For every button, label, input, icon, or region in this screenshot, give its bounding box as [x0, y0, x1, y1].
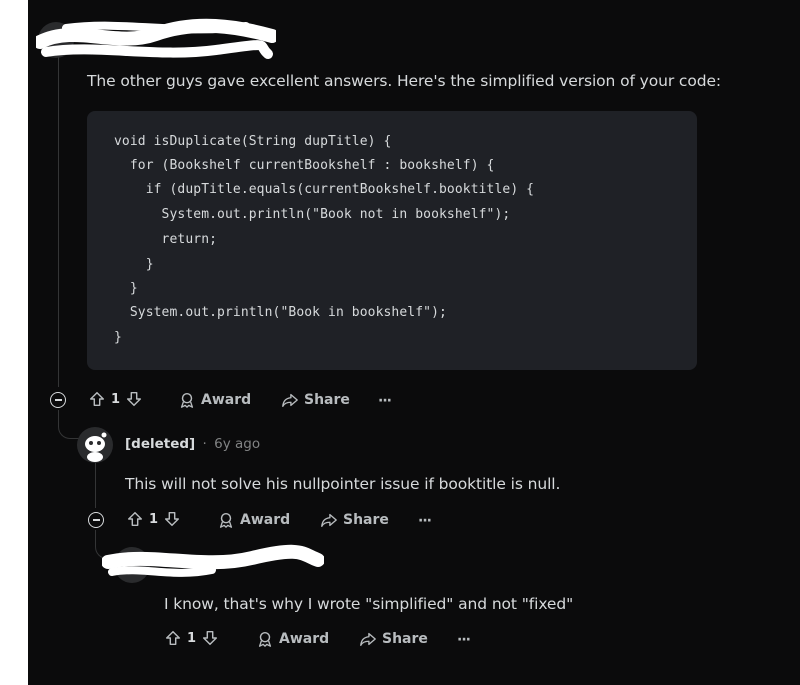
upvote-icon[interactable] [88, 390, 106, 408]
award-icon [219, 512, 233, 528]
vote-count: 1 [149, 511, 159, 527]
award-label: Award [279, 631, 330, 647]
comment-body: The other guys gave excellent answers. H… [87, 72, 722, 90]
vote-count: 1 [187, 630, 197, 646]
downvote-icon[interactable] [125, 390, 143, 408]
share-icon [321, 513, 337, 527]
share-button[interactable]: Share [281, 391, 350, 409]
comment-body: This will not solve his nullpointer issu… [125, 475, 561, 493]
award-button[interactable]: Award [256, 630, 329, 648]
code-line: } [114, 257, 154, 272]
award-label: Award [240, 512, 291, 528]
code-line: } [114, 330, 122, 345]
vote-controls: 1 [164, 629, 219, 647]
award-icon [258, 631, 272, 647]
snoo-avatar-icon [85, 432, 107, 462]
downvote-icon[interactable] [201, 629, 219, 647]
collapse-thread-button[interactable] [88, 512, 104, 528]
redaction-scribble [36, 18, 276, 59]
share-button[interactable]: Share [359, 630, 428, 648]
code-line: if (dupTitle.equals(currentBookshelf.boo… [114, 182, 535, 197]
code-line: return; [114, 232, 218, 247]
share-label: Share [382, 631, 428, 647]
code-line: } [114, 281, 138, 296]
code-line: System.out.println("Book not in bookshel… [114, 207, 511, 222]
comment-meta: [deleted] · 6y ago [125, 436, 260, 452]
share-label: Share [304, 392, 350, 408]
minus-icon [54, 399, 62, 401]
redaction-scribble [102, 544, 324, 577]
more-options-button[interactable]: ··· [457, 632, 471, 648]
code-line: for (Bookshelf currentBookshelf : booksh… [114, 158, 495, 173]
thread-connector-reply1 [58, 410, 79, 439]
collapse-thread-button[interactable] [50, 392, 66, 408]
upvote-icon[interactable] [126, 510, 144, 528]
award-label: Award [201, 392, 252, 408]
share-icon [360, 632, 376, 646]
share-label: Share [343, 512, 389, 528]
comment-timestamp[interactable]: 6y ago [214, 436, 260, 452]
code-line: System.out.println("Book in bookshelf"); [114, 305, 447, 320]
vote-count: 1 [111, 391, 121, 407]
avatar[interactable] [77, 427, 113, 463]
share-icon [282, 393, 298, 407]
meta-separator: · [202, 436, 207, 452]
share-button[interactable]: Share [320, 511, 389, 529]
award-icon [180, 392, 194, 408]
more-options-button[interactable]: ··· [418, 513, 432, 529]
thread-line-reply1[interactable] [95, 462, 96, 508]
downvote-icon[interactable] [163, 510, 181, 528]
author-name[interactable]: [deleted] [125, 436, 195, 452]
code-line: void isDuplicate(String dupTitle) { [114, 134, 392, 149]
thread-line-top[interactable] [58, 55, 59, 387]
comment-body: I know, that's why I wrote "simplified" … [164, 595, 574, 613]
vote-controls: 1 [126, 510, 181, 528]
vote-controls: 1 [88, 390, 143, 408]
upvote-icon[interactable] [164, 629, 182, 647]
award-button[interactable]: Award [178, 391, 251, 409]
minus-icon [92, 519, 100, 521]
award-button[interactable]: Award [217, 511, 290, 529]
more-options-button[interactable]: ··· [378, 393, 392, 409]
